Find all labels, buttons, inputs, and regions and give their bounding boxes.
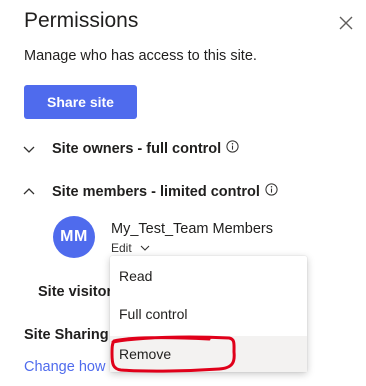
chevron-up-icon [23, 188, 35, 195]
menu-item-read[interactable]: Read [110, 258, 307, 294]
site-sharing-heading: Site Sharing [24, 327, 109, 343]
member-name: My_Test_Team Members [111, 221, 273, 237]
chevron-down-icon [23, 146, 35, 153]
avatar: MM [53, 216, 95, 258]
permission-dropdown[interactable]: Edit [111, 240, 150, 256]
group-label: Site members - limited control [52, 184, 260, 200]
group-site-owners[interactable]: Site owners - full control [22, 138, 239, 160]
group-site-members[interactable]: Site members - limited control [22, 181, 278, 203]
info-icon[interactable] [226, 139, 239, 153]
panel-title: Permissions [24, 9, 139, 32]
share-site-button[interactable]: Share site [24, 85, 137, 119]
menu-item-full-control[interactable]: Full control [110, 296, 307, 332]
menu-item-remove[interactable]: Remove [110, 336, 307, 372]
close-icon[interactable] [337, 14, 355, 32]
panel-description: Manage who has access to this site. [24, 48, 257, 64]
group-label: Site owners - full control [52, 141, 222, 157]
permission-value: Edit [111, 241, 132, 255]
change-sharing-link[interactable]: Change how [24, 359, 105, 375]
info-icon[interactable] [265, 182, 278, 196]
permission-menu: Read Full control Remove [110, 256, 307, 372]
chevron-down-icon [140, 245, 150, 251]
group-site-visitors[interactable]: Site visitors - read [22, 281, 122, 303]
